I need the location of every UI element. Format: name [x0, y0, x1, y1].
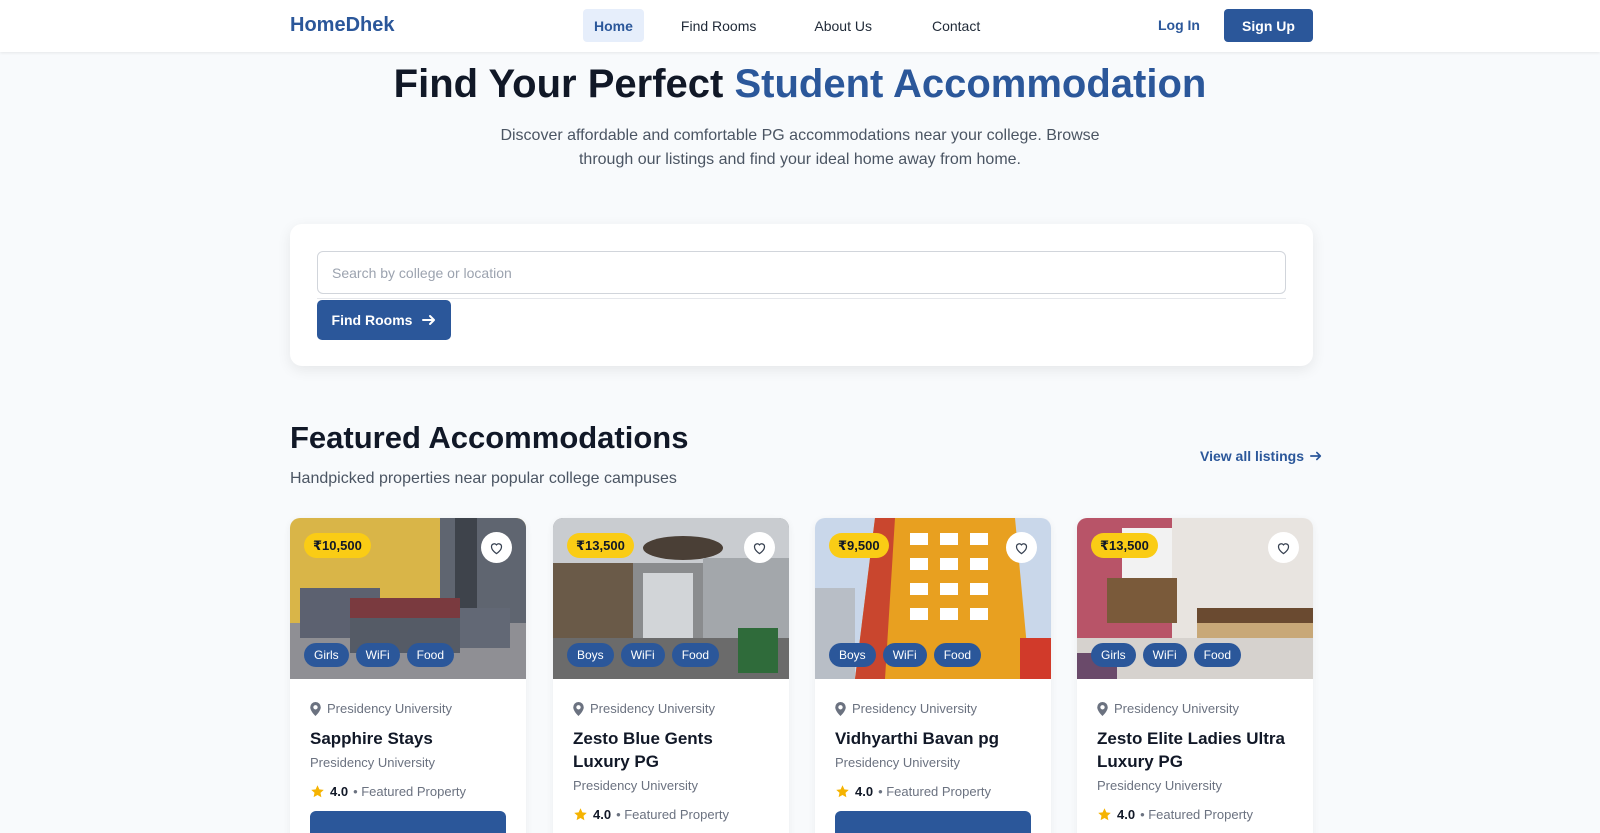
tag-food: Food [406, 643, 455, 667]
search-input[interactable] [317, 251, 1286, 294]
star-icon [836, 785, 849, 798]
tag-gender: Girls [1091, 643, 1136, 667]
location-text: Presidency University [327, 701, 452, 716]
rating-note: • Featured Property [1140, 807, 1254, 822]
map-pin-icon [1097, 701, 1108, 716]
star-icon [574, 808, 587, 821]
listing-card[interactable]: ₹10,500 Girls WiFi Food Presidency Unive… [290, 518, 526, 833]
tag-gender: Girls [304, 643, 349, 667]
price-badge: ₹10,500 [304, 533, 371, 558]
featured-title: Featured Accommodations [290, 420, 689, 455]
listing-card[interactable]: ₹9,500 Boys WiFi Food Presidency Univers… [815, 518, 1051, 833]
nav-find-rooms[interactable]: Find Rooms [670, 9, 767, 42]
listing-card[interactable]: ₹13,500 Boys WiFi Food Presidency Univer… [553, 518, 789, 833]
listing-photo[interactable]: ₹10,500 Girls WiFi Food [290, 518, 526, 679]
listing-name[interactable]: Sapphire Stays [310, 727, 506, 750]
divider [317, 298, 1286, 299]
map-pin-icon [310, 701, 321, 716]
map-pin-icon [835, 701, 846, 716]
heart-icon [1277, 542, 1290, 554]
rating-note: • Featured Property [616, 807, 730, 822]
listing-university: Presidency University [1097, 778, 1222, 793]
card-location: Presidency University [310, 701, 506, 716]
star-icon [311, 785, 324, 798]
price-badge: ₹13,500 [567, 533, 634, 558]
listing-rating: 4.0 • Featured Property [1097, 807, 1293, 822]
login-link[interactable]: Log In [1158, 17, 1200, 33]
heart-icon [753, 542, 766, 554]
listing-rating: 4.0 • Featured Property [310, 784, 506, 799]
tag-wifi: WiFi [620, 643, 665, 667]
listing-university: Presidency University [310, 755, 435, 770]
price-badge: ₹9,500 [829, 533, 889, 558]
view-all-label: View all listings [1200, 448, 1305, 464]
view-details-button[interactable] [835, 811, 1031, 833]
tag-food: Food [1193, 643, 1242, 667]
favorite-button[interactable] [481, 532, 512, 563]
hero-title: Find Your Perfect Student Accommodation [0, 62, 1600, 107]
tag-gender: Boys [567, 643, 614, 667]
nav-contact[interactable]: Contact [921, 9, 991, 42]
tag-food: Food [671, 643, 720, 667]
amenity-tags: Boys WiFi Food [829, 643, 982, 667]
nav-home[interactable]: Home [583, 9, 644, 42]
favorite-button[interactable] [744, 532, 775, 563]
find-rooms-label: Find Rooms [331, 312, 413, 328]
favorite-button[interactable] [1006, 532, 1037, 563]
hero-subtitle: Discover affordable and comfortable PG a… [500, 127, 1100, 168]
tag-food: Food [933, 643, 982, 667]
site-logo[interactable]: HomeDhek [290, 14, 394, 37]
star-icon [1098, 808, 1111, 821]
listing-university: Presidency University [835, 755, 960, 770]
signup-button[interactable]: Sign Up [1224, 9, 1313, 42]
amenity-tags: Girls WiFi Food [304, 643, 455, 667]
heart-icon [490, 542, 503, 554]
rating-value: 4.0 [855, 784, 874, 799]
listing-photo[interactable]: ₹13,500 Boys WiFi Food [553, 518, 789, 679]
tag-gender: Boys [829, 643, 876, 667]
listing-rating: 4.0 • Featured Property [573, 807, 769, 822]
card-location: Presidency University [573, 701, 769, 716]
rating-note: • Featured Property [878, 784, 992, 799]
listing-name[interactable]: Zesto Elite Ladies Ultra Luxury PG [1097, 727, 1293, 773]
location-text: Presidency University [590, 701, 715, 716]
main-nav: Home Find Rooms About Us Contact [583, 9, 991, 42]
view-all-listings-link[interactable]: View all listings [1200, 448, 1322, 464]
location-text: Presidency University [852, 701, 977, 716]
arrow-right-icon [1310, 451, 1322, 461]
hero-title-part1: Find Your Perfect [393, 62, 735, 106]
rating-value: 4.0 [1117, 807, 1136, 822]
tag-wifi: WiFi [1142, 643, 1187, 667]
favorite-button[interactable] [1268, 532, 1299, 563]
rating-value: 4.0 [330, 784, 349, 799]
listing-photo[interactable]: ₹9,500 Boys WiFi Food [815, 518, 1051, 679]
listing-name[interactable]: Vidhyarthi Bavan pg [835, 727, 1031, 750]
tag-wifi: WiFi [355, 643, 400, 667]
rating-value: 4.0 [593, 807, 612, 822]
nav-about-us[interactable]: About Us [803, 9, 883, 42]
tag-wifi: WiFi [882, 643, 927, 667]
search-card: Find Rooms [290, 224, 1313, 366]
listing-rating: 4.0 • Featured Property [835, 784, 1031, 799]
rating-note: • Featured Property [353, 784, 467, 799]
card-location: Presidency University [1097, 701, 1293, 716]
map-pin-icon [573, 701, 584, 716]
view-details-button[interactable] [310, 811, 506, 833]
listing-name[interactable]: Zesto Blue Gents Luxury PG [573, 727, 769, 773]
hero-title-accent: Student Accommodation [734, 62, 1207, 106]
amenity-tags: Girls WiFi Food [1091, 643, 1242, 667]
listing-photo[interactable]: ₹13,500 Girls WiFi Food [1077, 518, 1313, 679]
location-text: Presidency University [1114, 701, 1239, 716]
arrow-right-icon [422, 315, 436, 325]
price-badge: ₹13,500 [1091, 533, 1158, 558]
featured-subtitle: Handpicked properties near popular colle… [290, 470, 677, 487]
card-location: Presidency University [835, 701, 1031, 716]
heart-icon [1015, 542, 1028, 554]
amenity-tags: Boys WiFi Food [567, 643, 720, 667]
listing-card[interactable]: ₹13,500 Girls WiFi Food Presidency Unive… [1077, 518, 1313, 833]
find-rooms-button[interactable]: Find Rooms [317, 300, 451, 340]
site-header: HomeDhek Home Find Rooms About Us Contac… [0, 0, 1600, 52]
listing-university: Presidency University [573, 778, 698, 793]
